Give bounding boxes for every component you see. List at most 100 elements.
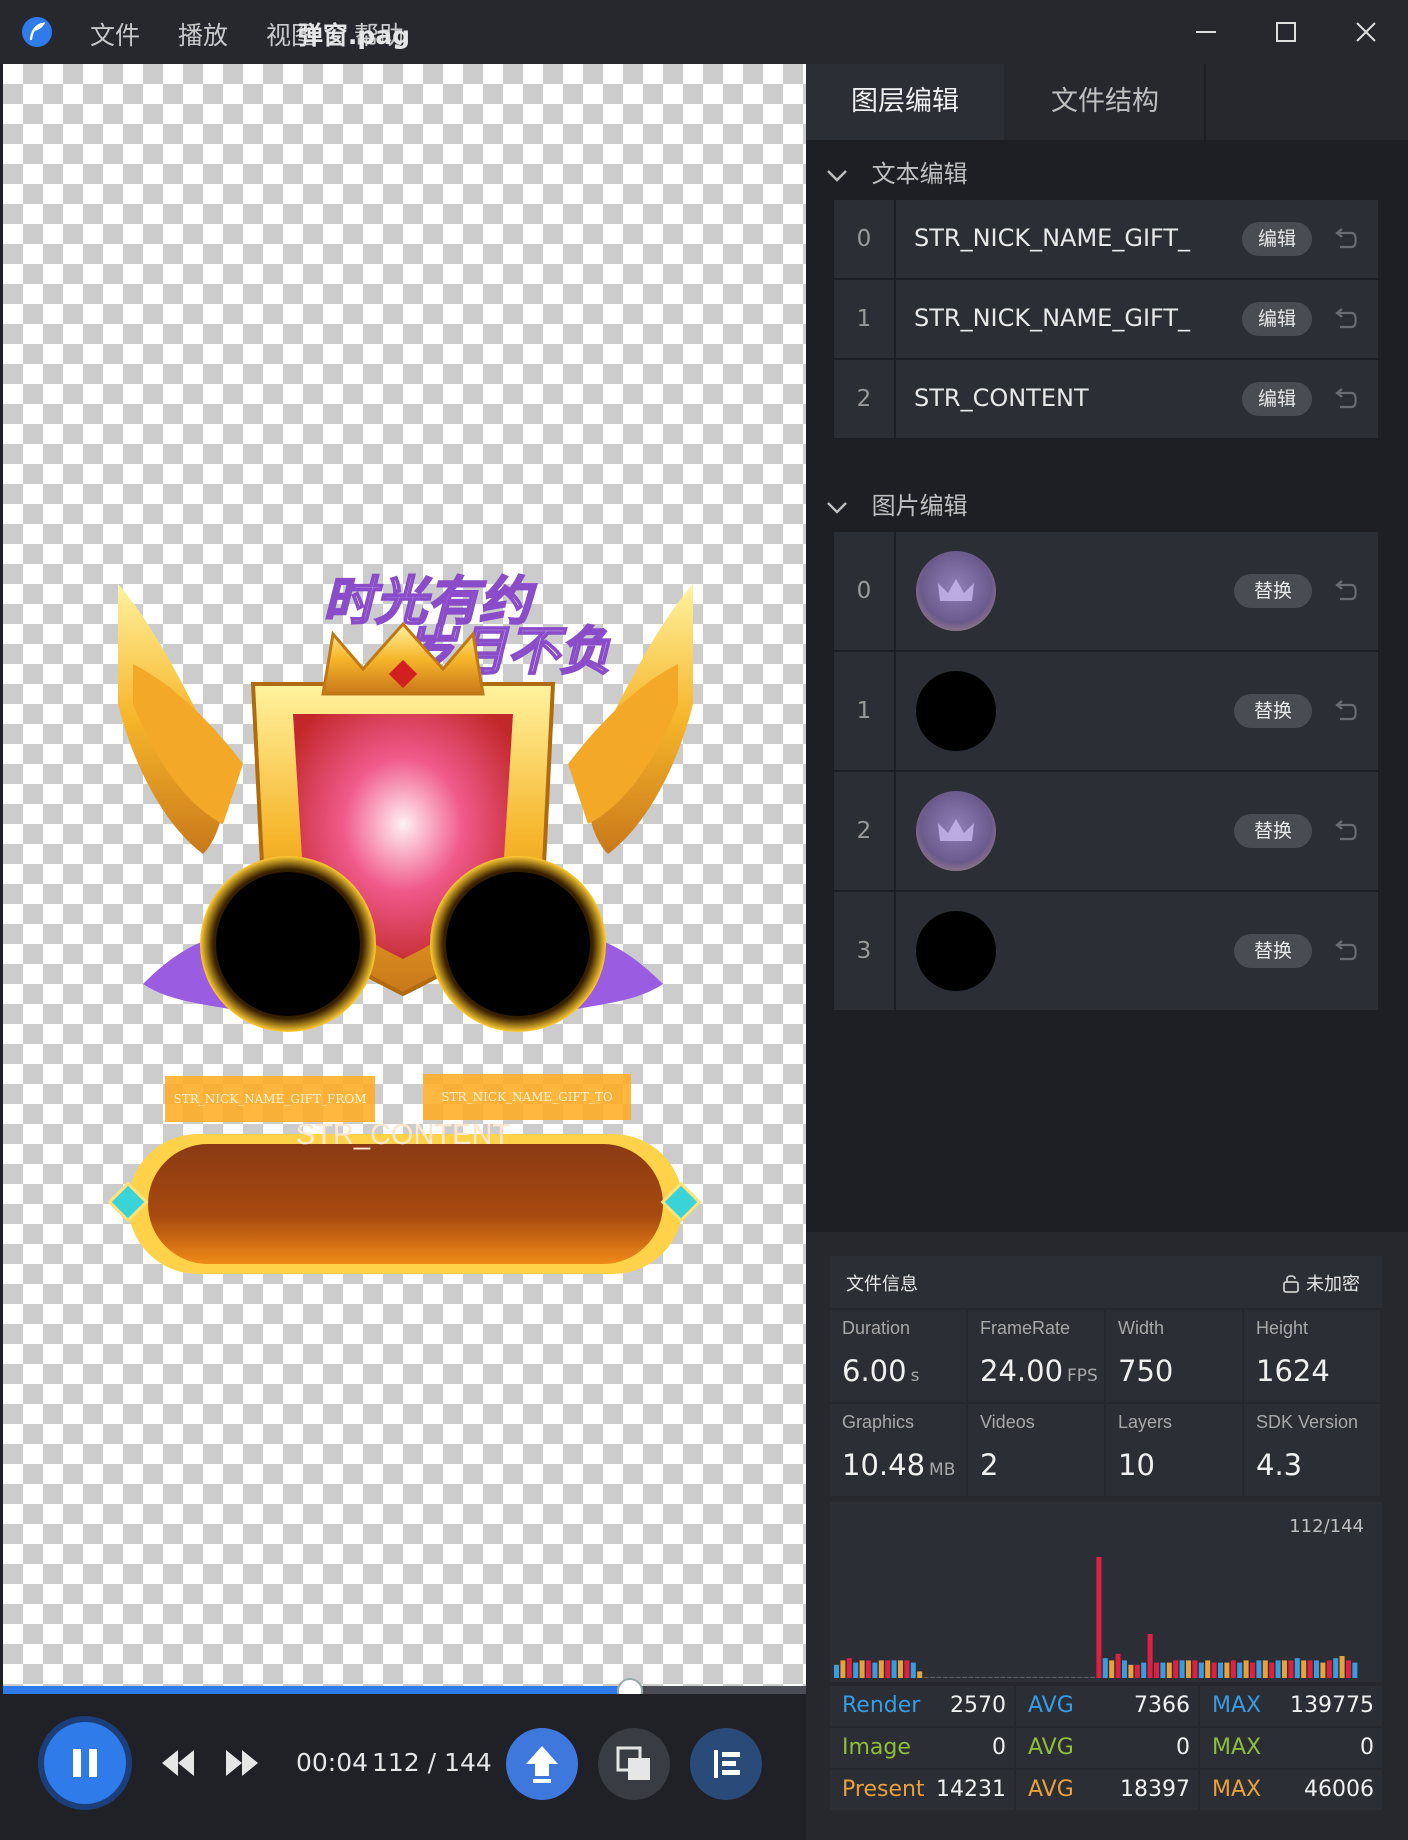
stat-render: Render 2570 [830, 1686, 1014, 1726]
perf-bar [846, 1658, 852, 1678]
perf-bar [987, 1676, 993, 1678]
close-button[interactable] [1336, 6, 1396, 58]
perf-bar [1294, 1658, 1300, 1678]
image-layer-row[interactable]: 3 替换 [834, 892, 1378, 1010]
panel-toggle-button[interactable] [690, 1728, 762, 1800]
text-layer-row[interactable]: 1 STR_NICK_NAME_GIFT_ 编辑 [834, 280, 1378, 358]
info-cell-height: Height 1624 [1244, 1310, 1380, 1402]
preview-canvas[interactable]: 时光有约 岁月不负 STR_NICK_NAME_GIFT_FROM STR_NI… [3, 64, 806, 1686]
stat-image-avg: AVG 0 [1016, 1728, 1198, 1768]
export-button[interactable] [506, 1728, 578, 1800]
edit-button[interactable]: 编辑 [1242, 222, 1312, 256]
info-cell-sdk-version: SDK Version 4.3 [1244, 1404, 1380, 1496]
prev-frame-button[interactable] [158, 1746, 198, 1780]
next-frame-button[interactable] [222, 1746, 262, 1780]
gift-popup-artwork: 时光有约 岁月不负 [107, 572, 702, 1274]
row-index: 0 [834, 200, 896, 278]
file-info-header: 文件信息 未加密 [830, 1256, 1382, 1308]
current-time: 00:04 [296, 1748, 369, 1777]
perf-bar [1166, 1662, 1172, 1678]
perf-bar [949, 1676, 955, 1678]
image-edit-title: 图片编辑 [871, 492, 968, 520]
perf-bar [1160, 1662, 1166, 1678]
perf-bar [994, 1676, 999, 1678]
row-index: 1 [834, 652, 896, 770]
info-cell-duration: Duration 6.00 s [830, 1310, 966, 1402]
edit-button[interactable]: 编辑 [1242, 302, 1312, 336]
image-edit-header[interactable]: 图片编辑 [824, 486, 968, 521]
menu-help[interactable]: 帮助 [354, 16, 404, 52]
edit-button[interactable]: 编辑 [1242, 382, 1312, 416]
perf-bar [1147, 1634, 1153, 1678]
frame-counter: 112 / 144 [372, 1748, 492, 1777]
perf-bar [866, 1660, 871, 1678]
revert-icon[interactable] [1332, 305, 1360, 333]
perf-bar [974, 1676, 980, 1678]
crown-thumbnail [916, 791, 996, 871]
revert-icon[interactable] [1332, 577, 1360, 605]
perf-bar [1013, 1676, 1019, 1678]
image-layer-row[interactable]: 2 替换 [834, 772, 1378, 890]
perf-bar [981, 1676, 987, 1678]
banner-gift-to: STR_NICK_NAME_GIFT_TO [423, 1074, 631, 1120]
revert-icon[interactable] [1332, 385, 1360, 413]
replace-button[interactable]: 替换 [1234, 574, 1312, 608]
replace-button[interactable]: 替换 [1234, 814, 1312, 848]
revert-icon[interactable] [1332, 937, 1360, 965]
perf-bar [1269, 1662, 1275, 1678]
replace-button[interactable]: 替换 [1234, 934, 1312, 968]
perf-bar [962, 1676, 967, 1678]
progress-track[interactable] [3, 1686, 806, 1694]
text-edit-header[interactable]: 文本编辑 [824, 154, 968, 189]
replace-button[interactable]: 替换 [1234, 694, 1312, 728]
background-toggle-button[interactable] [598, 1728, 670, 1800]
perf-bar [834, 1664, 839, 1678]
perf-bar [1243, 1660, 1249, 1678]
perf-bar [1352, 1662, 1358, 1678]
perf-bar [917, 1671, 923, 1678]
revert-icon[interactable] [1332, 697, 1360, 725]
menu-view[interactable]: 视图 [266, 16, 316, 52]
window-title: 弹窗.pag [297, 21, 411, 50]
panel-tabs: 图层编辑 文件结构 [806, 64, 1408, 140]
revert-icon[interactable] [1332, 225, 1360, 253]
pause-button[interactable] [44, 1722, 126, 1804]
perf-bar [1134, 1664, 1140, 1678]
perf-bar [840, 1660, 846, 1678]
perf-bar [853, 1662, 859, 1678]
app-logo-icon [22, 17, 52, 47]
perf-bar [1237, 1662, 1243, 1678]
frame-separator: / [427, 1748, 437, 1777]
perf-bar [1192, 1660, 1198, 1678]
stat-render-avg: AVG 7366 [1016, 1686, 1198, 1726]
row-index: 2 [834, 360, 896, 438]
perf-bar [1006, 1676, 1012, 1678]
perf-bar [1154, 1662, 1159, 1678]
perf-bar [885, 1660, 891, 1678]
perf-bar [1096, 1557, 1102, 1678]
banner-gift-from: STR_NICK_NAME_GIFT_FROM [165, 1076, 375, 1122]
perf-bar [1198, 1662, 1204, 1678]
perf-bar [1173, 1660, 1179, 1678]
tab-layer-edit[interactable]: 图层编辑 [806, 64, 1004, 140]
text-layer-row[interactable]: 2 STR_CONTENT 编辑 [834, 360, 1378, 438]
perf-bar [878, 1660, 884, 1678]
image-layer-row[interactable]: 0 替换 [834, 532, 1378, 650]
perf-bar [1122, 1660, 1127, 1678]
minimize-button[interactable] [1176, 6, 1236, 58]
graph-bars [834, 1557, 1358, 1678]
menu-file[interactable]: 文件 [90, 16, 140, 52]
stat-present-avg: AVG 18397 [1016, 1770, 1198, 1810]
revert-icon[interactable] [1332, 817, 1360, 845]
maximize-button[interactable] [1256, 6, 1316, 58]
stat-image: Image 0 [830, 1728, 1014, 1768]
text-layer-row[interactable]: 0 STR_NICK_NAME_GIFT_ 编辑 [834, 200, 1378, 278]
row-index: 3 [834, 892, 896, 1010]
perf-bar [1179, 1660, 1185, 1678]
menu-play[interactable]: 播放 [178, 16, 228, 52]
stat-image-max: MAX 0 [1200, 1728, 1382, 1768]
tab-file-structure[interactable]: 文件结构 [1006, 64, 1206, 140]
perf-bar [1320, 1662, 1326, 1678]
perf-bar [1102, 1658, 1108, 1678]
image-layer-row[interactable]: 1 替换 [834, 652, 1378, 770]
